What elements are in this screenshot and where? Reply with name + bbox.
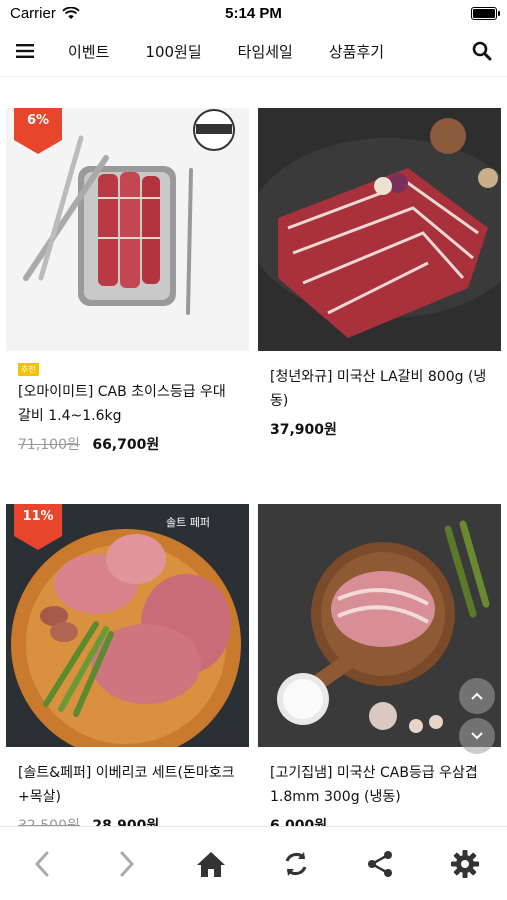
product-image[interactable] — [258, 504, 501, 747]
price-row: 71,100원 66,700원 — [6, 428, 249, 454]
gear-icon — [450, 849, 479, 878]
share-icon — [368, 850, 393, 877]
home-icon — [197, 851, 226, 877]
back-button[interactable] — [17, 839, 67, 889]
product-card[interactable]: 6% 추천 [오마이미트] CAB 초이스등급 우대갈비 1.4~1.6kg 7… — [6, 108, 249, 454]
product-card[interactable]: [청년와규] 미국산 LA갈비 800g (냉동) 37,900원 — [258, 108, 501, 439]
hamburger-icon — [16, 44, 34, 58]
chevron-up-icon — [471, 692, 483, 700]
discount-badge: 11% — [14, 504, 62, 550]
sale-price: 37,900원 — [270, 422, 337, 438]
battery-icon — [471, 6, 500, 20]
scroll-up-button[interactable] — [459, 678, 495, 714]
recommend-tag: 추천 — [18, 363, 39, 376]
tab-100won-deal[interactable]: 100원딜 — [127, 41, 219, 62]
home-button[interactable] — [186, 839, 236, 889]
refresh-icon — [285, 851, 307, 876]
search-icon — [472, 41, 492, 61]
tab-reviews[interactable]: 상품후기 — [311, 41, 402, 62]
chevron-down-icon — [471, 732, 483, 740]
product-title[interactable]: [청년와규] 미국산 LA갈비 800g (냉동) — [258, 365, 501, 413]
bottom-toolbar — [0, 826, 507, 900]
search-button[interactable] — [457, 26, 507, 76]
product-image[interactable]: 솔트 페퍼 11% — [6, 504, 249, 747]
product-card[interactable]: [고기집냄] 미국산 CAB등급 우삼겹 1.8mm 300g (냉동) 6,0… — [258, 504, 501, 835]
tab-time-sale[interactable]: 타임세일 — [220, 41, 311, 62]
product-image[interactable] — [258, 108, 501, 351]
status-right — [471, 6, 507, 20]
status-time: 5:14 PM — [225, 4, 282, 22]
status-left: Carrier — [0, 5, 80, 22]
menu-button[interactable] — [0, 26, 50, 76]
product-title[interactable]: [솔트&페퍼] 이베리코 세트(돈마호크+목살) — [6, 761, 249, 809]
refresh-button[interactable] — [271, 839, 321, 889]
product-title[interactable]: [고기집냄] 미국산 CAB등급 우삼겹 1.8mm 300g (냉동) — [258, 761, 501, 809]
scroll-down-button[interactable] — [459, 718, 495, 754]
product-image[interactable]: 6% — [6, 108, 249, 351]
wifi-icon — [62, 6, 80, 19]
original-price: 71,100원 — [18, 437, 80, 453]
settings-button[interactable] — [440, 839, 490, 889]
product-photo-la-galbi — [258, 108, 501, 351]
chevron-right-icon — [120, 851, 134, 876]
nav-tabs: 이벤트 100원딜 타임세일 상품후기 — [50, 41, 457, 62]
forward-button[interactable] — [102, 839, 152, 889]
tab-event[interactable]: 이벤트 — [50, 41, 127, 62]
status-bar: Carrier 5:14 PM — [0, 0, 507, 26]
svg-text:솔트 페퍼: 솔트 페퍼 — [166, 516, 210, 529]
product-photo-brisket — [258, 504, 501, 747]
chevron-left-icon — [35, 851, 49, 876]
product-title[interactable]: [오마이미트] CAB 초이스등급 우대갈비 1.4~1.6kg — [6, 380, 249, 428]
product-card[interactable]: 솔트 페퍼 11% [솔트&페퍼] 이베리코 세트(돈마호크+목살) 32,50… — [6, 504, 249, 835]
sale-price: 66,700원 — [92, 437, 160, 453]
carrier-label: Carrier — [10, 4, 56, 22]
discount-badge: 6% — [14, 108, 62, 154]
top-nav: 이벤트 100원딜 타임세일 상품후기 — [0, 26, 507, 77]
price-row: 37,900원 — [258, 413, 501, 439]
share-button[interactable] — [355, 839, 405, 889]
